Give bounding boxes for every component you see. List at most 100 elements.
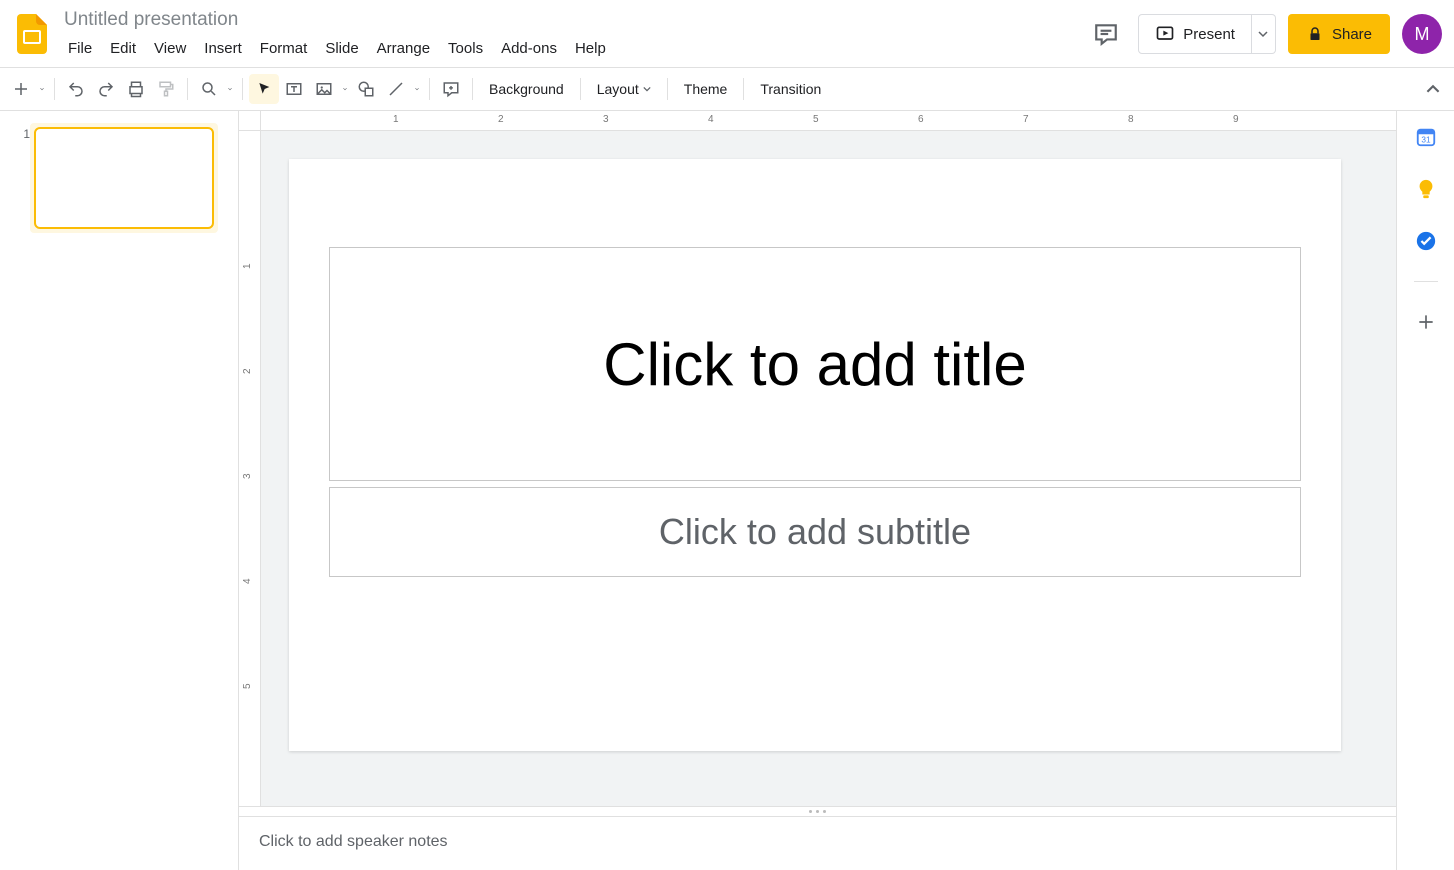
slides-app-icon[interactable] xyxy=(12,14,52,54)
shape-button[interactable] xyxy=(351,74,381,104)
redo-button[interactable] xyxy=(91,74,121,104)
slide-number: 1 xyxy=(8,123,30,141)
keep-addon[interactable] xyxy=(1414,177,1438,201)
slide[interactable]: Click to add title Click to add subtitle xyxy=(289,159,1341,751)
doc-area: Untitled presentation File Edit View Ins… xyxy=(52,8,1086,61)
calendar-addon[interactable]: 31 xyxy=(1414,125,1438,149)
ruler-mark: 4 xyxy=(242,578,253,584)
image-dropdown[interactable] xyxy=(339,74,351,104)
account-avatar[interactable]: M xyxy=(1402,14,1442,54)
layout-label: Layout xyxy=(597,81,639,97)
ruler-mark: 5 xyxy=(813,114,819,125)
menu-view[interactable]: View xyxy=(146,36,194,61)
comment-button[interactable] xyxy=(436,74,466,104)
chevron-down-icon xyxy=(228,85,232,93)
print-button[interactable] xyxy=(121,74,151,104)
tasks-icon xyxy=(1415,230,1437,252)
separator xyxy=(472,78,473,100)
layout-button[interactable]: Layout xyxy=(587,74,661,104)
slide-thumbnail[interactable] xyxy=(34,127,214,229)
menu-help[interactable]: Help xyxy=(567,36,614,61)
ruler-mark: 3 xyxy=(603,114,609,125)
separator xyxy=(667,78,668,100)
menu-insert[interactable]: Insert xyxy=(196,36,250,61)
separator xyxy=(1414,281,1438,282)
line-dropdown[interactable] xyxy=(411,74,423,104)
separator xyxy=(187,78,188,100)
doc-title-input[interactable]: Untitled presentation xyxy=(60,8,242,32)
undo-icon xyxy=(67,80,85,98)
print-icon xyxy=(127,80,145,98)
canvas-column: 1 2 3 4 5 6 7 8 9 1 2 3 4 5 Click to ad xyxy=(238,111,1396,870)
get-addons-button[interactable] xyxy=(1414,310,1438,334)
menu-edit[interactable]: Edit xyxy=(102,36,144,61)
present-button-group: Present xyxy=(1138,14,1276,54)
background-button[interactable]: Background xyxy=(479,74,574,104)
title-placeholder[interactable]: Click to add title xyxy=(329,247,1301,481)
transition-button[interactable]: Transition xyxy=(750,74,831,104)
plus-icon xyxy=(1416,312,1436,332)
image-icon xyxy=(315,80,333,98)
svg-text:31: 31 xyxy=(1421,136,1431,145)
filmstrip[interactable]: 1 xyxy=(0,111,238,870)
new-slide-dropdown[interactable] xyxy=(36,74,48,104)
plus-icon xyxy=(12,80,30,98)
slide-thumb-row[interactable]: 1 xyxy=(8,123,230,233)
menu-slide[interactable]: Slide xyxy=(317,36,366,61)
chevron-down-icon xyxy=(40,85,44,93)
undo-button[interactable] xyxy=(61,74,91,104)
header-right-controls: Present Share M xyxy=(1086,14,1442,54)
menu-addons[interactable]: Add-ons xyxy=(493,36,565,61)
paint-roller-icon xyxy=(157,80,175,98)
ruler-mark: 6 xyxy=(918,114,924,125)
ruler-corner xyxy=(239,111,261,131)
notes-splitter[interactable] xyxy=(239,806,1396,816)
zoom-button[interactable] xyxy=(194,74,224,104)
select-tool-button[interactable] xyxy=(249,74,279,104)
zoom-dropdown[interactable] xyxy=(224,74,236,104)
menu-file[interactable]: File xyxy=(60,36,100,61)
side-panel: 31 xyxy=(1396,111,1454,870)
menu-bar: File Edit View Insert Format Slide Arran… xyxy=(60,36,1086,61)
add-comment-icon xyxy=(442,80,460,98)
present-dropdown[interactable] xyxy=(1252,14,1276,54)
vertical-ruler[interactable]: 1 2 3 4 5 xyxy=(239,131,261,806)
textbox-icon xyxy=(285,80,303,98)
title-bar: Untitled presentation File Edit View Ins… xyxy=(0,0,1454,67)
menu-tools[interactable]: Tools xyxy=(440,36,491,61)
keep-icon xyxy=(1415,178,1437,200)
menu-format[interactable]: Format xyxy=(252,36,316,61)
ruler-mark: 4 xyxy=(708,114,714,125)
ruler-mark: 2 xyxy=(242,368,253,374)
share-button[interactable]: Share xyxy=(1288,14,1390,54)
collapse-toolbar-button[interactable] xyxy=(1418,74,1448,104)
cursor-icon xyxy=(256,81,272,97)
present-button[interactable]: Present xyxy=(1138,14,1252,54)
horizontal-ruler[interactable]: 1 2 3 4 5 6 7 8 9 xyxy=(261,111,1396,131)
slide-canvas[interactable]: Click to add title Click to add subtitle xyxy=(261,131,1396,806)
line-button[interactable] xyxy=(381,74,411,104)
speaker-notes[interactable]: Click to add speaker notes xyxy=(239,816,1396,870)
ruler-mark: 7 xyxy=(1023,114,1029,125)
chevron-down-icon xyxy=(415,85,419,93)
tasks-addon[interactable] xyxy=(1414,229,1438,253)
calendar-icon: 31 xyxy=(1415,126,1437,148)
comments-button[interactable] xyxy=(1086,14,1126,54)
toolbar: Background Layout Theme Transition xyxy=(0,67,1454,111)
present-icon xyxy=(1155,24,1175,44)
separator xyxy=(580,78,581,100)
chevron-down-icon xyxy=(643,85,651,93)
ruler-mark: 1 xyxy=(393,114,399,125)
subtitle-placeholder[interactable]: Click to add subtitle xyxy=(329,487,1301,577)
lock-icon xyxy=(1306,25,1324,43)
new-slide-button[interactable] xyxy=(6,74,36,104)
theme-button[interactable]: Theme xyxy=(674,74,738,104)
paint-format-button[interactable] xyxy=(151,74,181,104)
image-button[interactable] xyxy=(309,74,339,104)
chevron-down-icon xyxy=(343,85,347,93)
separator xyxy=(743,78,744,100)
ruler-mark: 1 xyxy=(242,263,253,269)
drag-handle-icon xyxy=(809,810,826,813)
textbox-button[interactable] xyxy=(279,74,309,104)
menu-arrange[interactable]: Arrange xyxy=(369,36,438,61)
